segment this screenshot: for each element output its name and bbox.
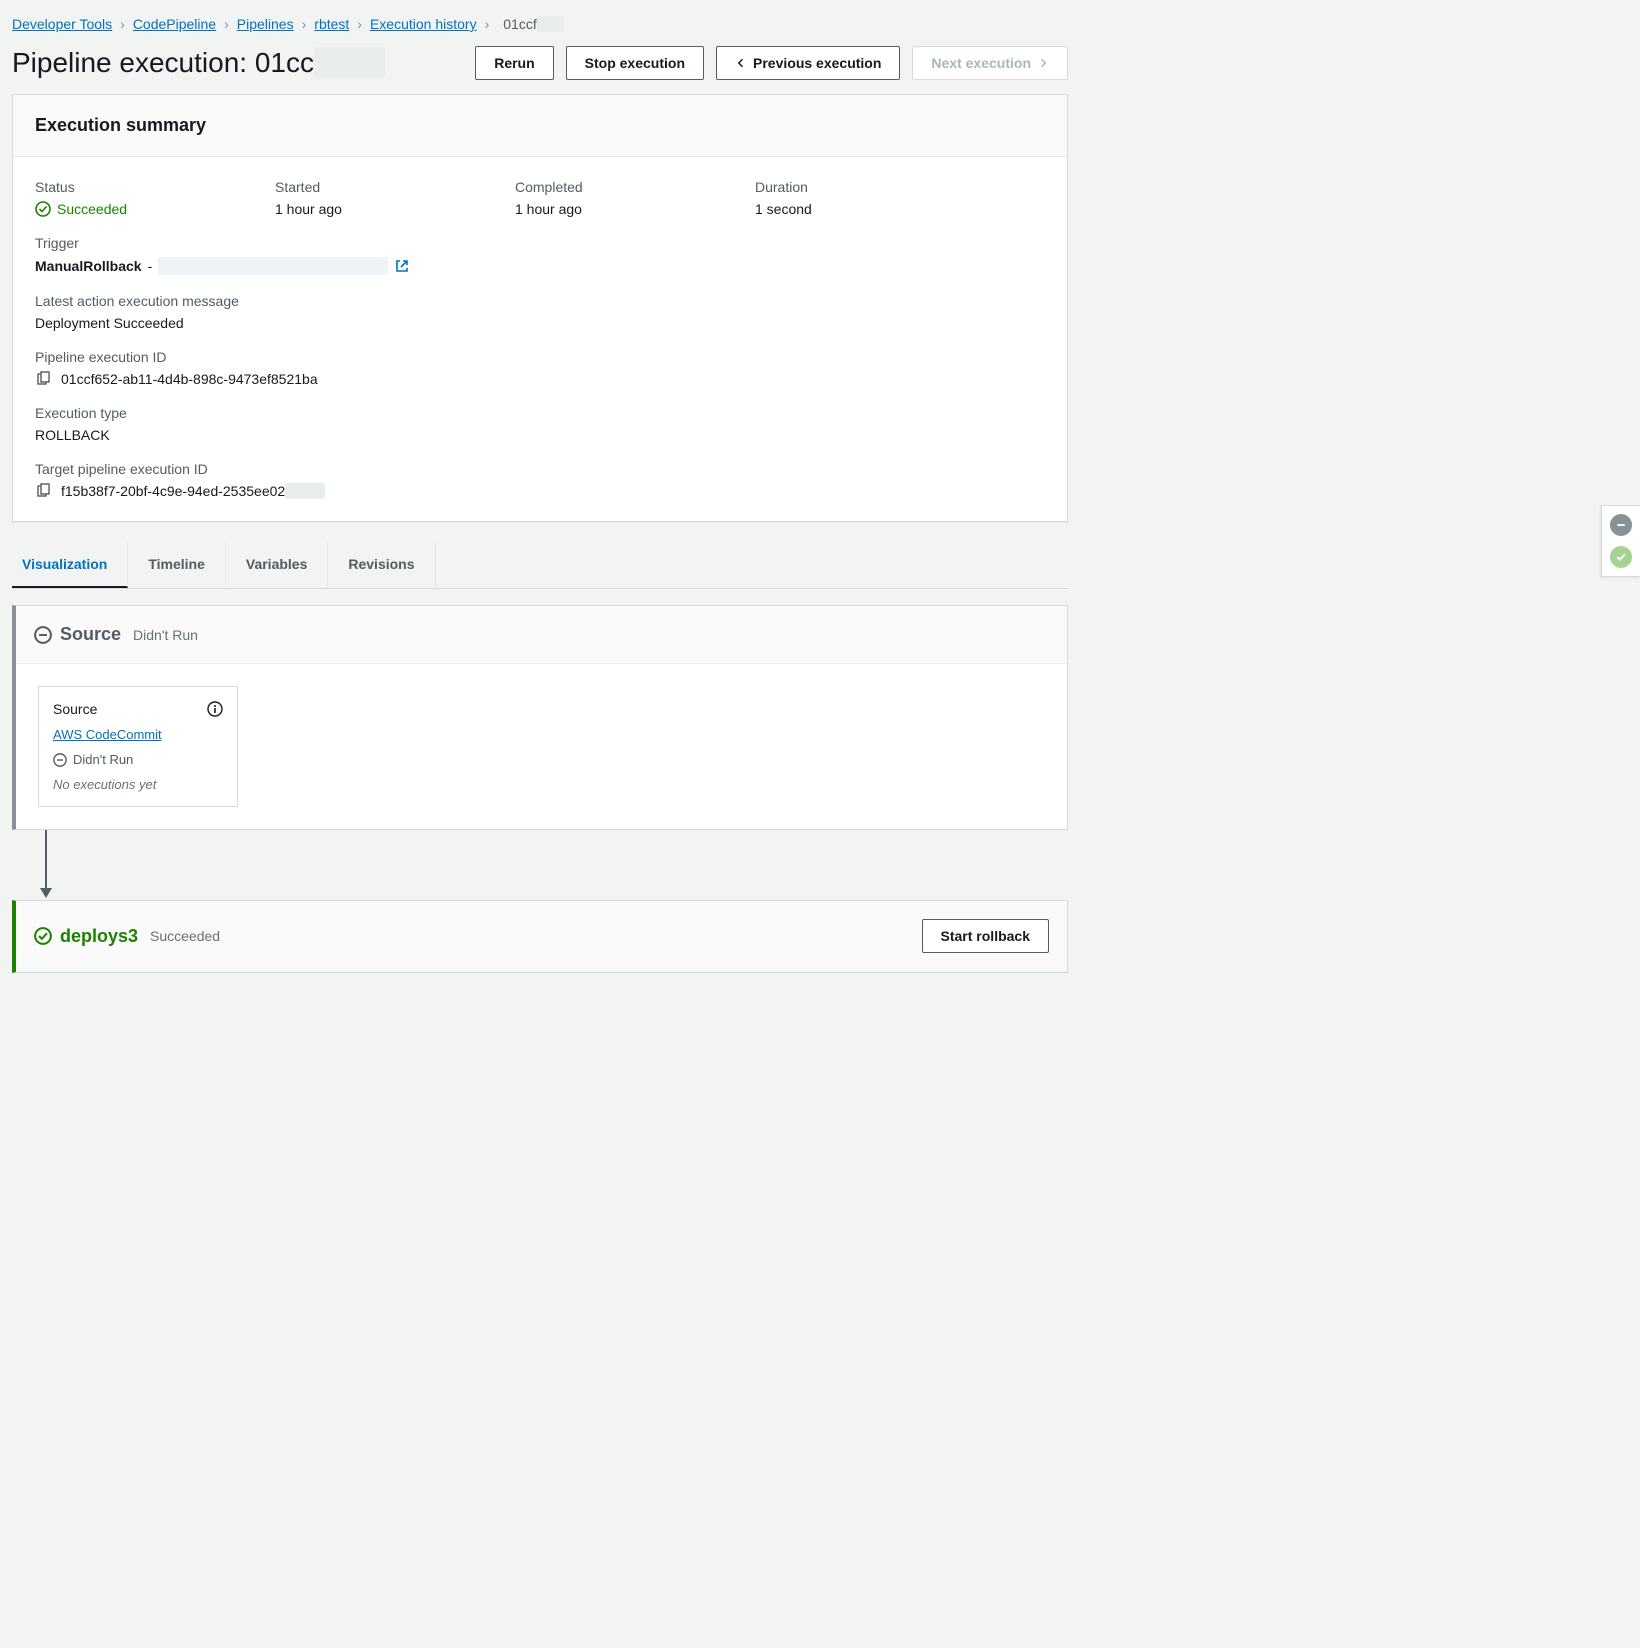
- action-card-source: Source AWS CodeCommit Didn't Run No exec…: [38, 686, 238, 807]
- execution-summary-panel: Execution summary Status Succeeded Start…: [12, 94, 1068, 522]
- chevron-right-icon: [1037, 57, 1049, 69]
- breadcrumb-link[interactable]: CodePipeline: [133, 16, 216, 32]
- page-header: Pipeline execution: 01cc Rerun Stop exec…: [12, 46, 1068, 80]
- stage-connector: [36, 830, 1068, 900]
- breadcrumb-link[interactable]: rbtest: [314, 16, 349, 32]
- chevron-right-icon: ›: [485, 16, 490, 32]
- rerun-button[interactable]: Rerun: [475, 46, 553, 80]
- stage-status: Didn't Run: [133, 627, 198, 643]
- check-circle-icon: [34, 927, 52, 945]
- external-link-icon[interactable]: [394, 258, 410, 274]
- info-icon[interactable]: [207, 701, 223, 717]
- next-execution-button: Next execution: [912, 46, 1068, 80]
- panel-header: Execution summary: [13, 95, 1067, 157]
- copy-icon[interactable]: [35, 371, 51, 387]
- copy-icon[interactable]: [35, 483, 51, 499]
- started-value: 1 hour ago: [275, 201, 455, 217]
- trigger-sep: -: [148, 258, 153, 274]
- chevron-left-icon: [735, 57, 747, 69]
- target-id-label: Target pipeline execution ID: [35, 461, 1045, 477]
- action-name: Source: [53, 701, 97, 717]
- detail-tabs: Visualization Timeline Variables Revisio…: [12, 542, 1068, 589]
- stop-execution-button[interactable]: Stop execution: [566, 46, 704, 80]
- completed-value: 1 hour ago: [515, 201, 695, 217]
- page-title: Pipeline execution: 01cc: [12, 47, 385, 79]
- exec-type-label: Execution type: [35, 405, 1045, 421]
- breadcrumb: Developer Tools › CodePipeline › Pipelin…: [12, 12, 1068, 46]
- started-label: Started: [275, 179, 455, 195]
- stage-source: Source Didn't Run Source AWS CodeCommit …: [12, 605, 1068, 830]
- duration-label: Duration: [755, 179, 935, 195]
- message-value: Deployment Succeeded: [35, 315, 1045, 331]
- floating-status-badges: [1601, 505, 1640, 577]
- tab-variables[interactable]: Variables: [226, 542, 329, 588]
- exec-type-value: ROLLBACK: [35, 427, 1045, 443]
- tab-revisions[interactable]: Revisions: [328, 542, 435, 588]
- exec-id-label: Pipeline execution ID: [35, 349, 1045, 365]
- circle-minus-icon: [34, 626, 52, 644]
- action-status-text: Didn't Run: [73, 752, 133, 767]
- exec-id-value: 01ccf652-ab11-4d4b-898c-9473ef8521ba: [61, 371, 318, 387]
- action-status: Didn't Run: [53, 752, 223, 767]
- duration-value: 1 second: [755, 201, 935, 217]
- trigger-label: Trigger: [35, 235, 1045, 251]
- check-circle-icon: [35, 201, 51, 217]
- message-label: Latest action execution message: [35, 293, 1045, 309]
- breadcrumb-link[interactable]: Pipelines: [237, 16, 294, 32]
- next-button-label: Next execution: [931, 55, 1031, 71]
- tab-timeline[interactable]: Timeline: [128, 542, 226, 588]
- breadcrumb-current: 01ccf: [497, 16, 570, 32]
- chevron-right-icon: ›: [357, 16, 362, 32]
- stage-name: Source: [60, 624, 121, 645]
- stage-title: Source: [34, 624, 121, 645]
- breadcrumb-current-text: 01ccf: [503, 16, 536, 32]
- action-message: No executions yet: [53, 777, 223, 792]
- chevron-right-icon: ›: [120, 16, 125, 32]
- stage-name: deploys3: [60, 926, 138, 947]
- stage-title: deploys3: [34, 926, 138, 947]
- start-rollback-button[interactable]: Start rollback: [922, 919, 1049, 953]
- target-id-value: f15b38f7-20bf-4c9e-94ed-2535ee02: [61, 483, 325, 499]
- check-circle-icon[interactable]: [1610, 546, 1632, 568]
- chevron-right-icon: ›: [302, 16, 307, 32]
- breadcrumb-link[interactable]: Execution history: [370, 16, 477, 32]
- trigger-type: ManualRollback: [35, 258, 142, 274]
- stage-status: Succeeded: [150, 928, 220, 944]
- tab-visualization[interactable]: Visualization: [12, 542, 128, 588]
- redacted-trigger: [158, 257, 388, 275]
- circle-minus-icon: [53, 753, 67, 767]
- status-value: Succeeded: [35, 201, 215, 217]
- panel-title: Execution summary: [35, 115, 1045, 136]
- status-text: Succeeded: [57, 201, 127, 217]
- breadcrumb-link[interactable]: Developer Tools: [12, 16, 112, 32]
- minus-circle-icon[interactable]: [1610, 514, 1632, 536]
- prev-button-label: Previous execution: [753, 55, 881, 71]
- action-provider-link[interactable]: AWS CodeCommit: [53, 727, 223, 742]
- page-title-text: Pipeline execution: 01cc: [12, 47, 314, 78]
- completed-label: Completed: [515, 179, 695, 195]
- previous-execution-button[interactable]: Previous execution: [716, 46, 900, 80]
- status-label: Status: [35, 179, 215, 195]
- trigger-value: ManualRollback -: [35, 257, 1045, 275]
- target-id-text: f15b38f7-20bf-4c9e-94ed-2535ee02: [61, 483, 285, 499]
- stage-deploys3: deploys3 Succeeded Start rollback: [12, 900, 1068, 973]
- chevron-right-icon: ›: [224, 16, 229, 32]
- arrow-down-icon: [36, 830, 56, 900]
